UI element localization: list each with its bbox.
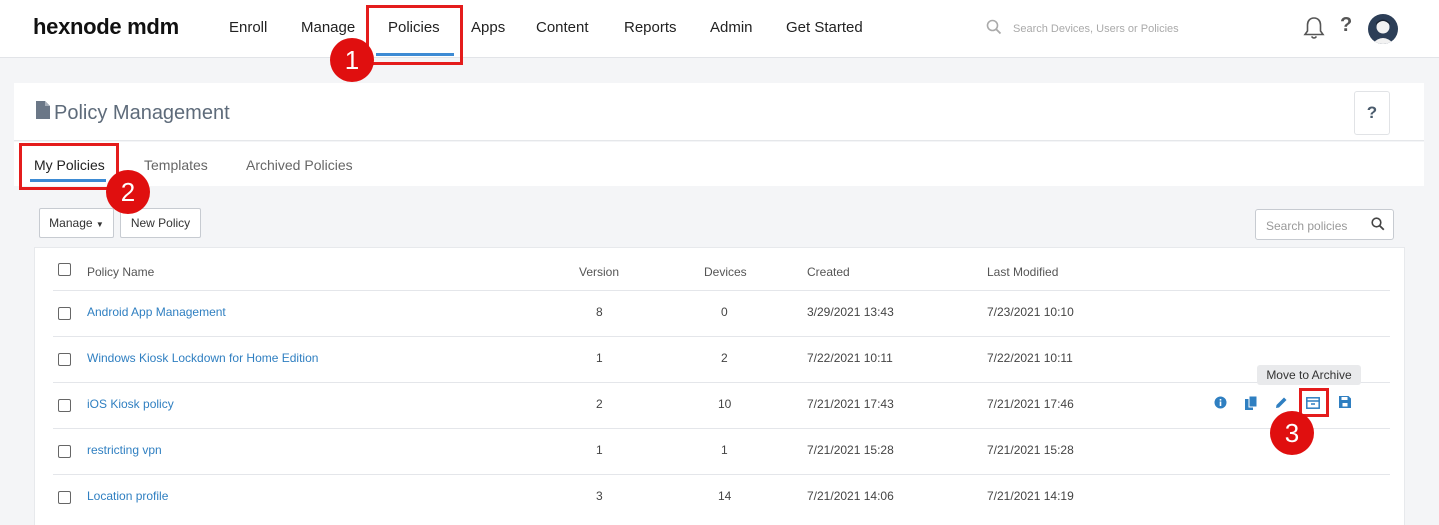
row-divider <box>53 474 1390 475</box>
policy-name-link[interactable]: restricting vpn <box>87 443 162 457</box>
global-search-placeholder: Search Devices, Users or Policies <box>1013 23 1179 35</box>
policy-devices: 10 <box>718 397 732 411</box>
policy-modified: 7/23/2021 10:10 <box>987 305 1074 319</box>
page-title: Policy Management <box>54 102 230 124</box>
nav-apps[interactable]: Apps <box>471 19 505 36</box>
manage-label: Manage <box>49 216 93 230</box>
move-to-archive-tooltip: Move to Archive <box>1257 365 1361 385</box>
row-divider <box>53 382 1390 383</box>
highlight-policies-tab <box>366 5 463 65</box>
policy-version: 2 <box>596 397 603 411</box>
manage-dropdown-button[interactable]: Manage ▼ <box>39 208 114 238</box>
policy-tabs: My Policies Templates Archived Policies <box>14 142 1424 186</box>
policy-created: 3/29/2021 13:43 <box>807 305 894 319</box>
policy-created: 7/21/2021 15:28 <box>807 443 894 457</box>
row-divider <box>53 428 1390 429</box>
policy-devices: 0 <box>721 305 728 319</box>
row-checkbox[interactable] <box>58 353 71 366</box>
policy-modified: 7/21/2021 14:19 <box>987 489 1074 503</box>
tab-templates[interactable]: Templates <box>144 157 208 173</box>
nav-manage[interactable]: Manage <box>301 19 355 36</box>
nav-admin[interactable]: Admin <box>710 19 753 36</box>
policy-modified: 7/21/2021 15:28 <box>987 443 1074 457</box>
edit-icon[interactable] <box>1275 396 1288 409</box>
tab-archived-policies[interactable]: Archived Policies <box>246 157 353 173</box>
caret-down-icon: ▼ <box>95 220 104 229</box>
nav-get-started[interactable]: Get Started <box>786 19 863 36</box>
header-created[interactable]: Created <box>807 265 850 279</box>
step-marker-3: 3 <box>1270 411 1314 455</box>
policy-name-link[interactable]: Location profile <box>87 489 168 503</box>
bell-icon[interactable] <box>1303 16 1325 40</box>
policy-created: 7/21/2021 17:43 <box>807 397 894 411</box>
step-marker-1: 1 <box>330 38 374 82</box>
policy-version: 1 <box>596 351 603 365</box>
search-icon[interactable] <box>1371 217 1385 231</box>
header-last-modified[interactable]: Last Modified <box>987 265 1058 279</box>
policy-name-link[interactable]: iOS Kiosk policy <box>87 397 174 411</box>
help-icon[interactable]: ? <box>1340 14 1352 37</box>
save-icon[interactable] <box>1339 396 1351 408</box>
policy-devices: 2 <box>721 351 728 365</box>
row-divider <box>53 336 1390 337</box>
document-icon <box>36 101 50 119</box>
policy-devices: 14 <box>718 489 732 503</box>
global-search-input[interactable]: Search Devices, Users or Policies <box>986 17 1256 41</box>
highlight-my-policies-tab <box>19 143 119 190</box>
row-checkbox[interactable] <box>58 307 71 320</box>
top-navbar: hexnode mdm Enroll Manage Policies Apps … <box>0 0 1439 58</box>
policy-modified: 7/21/2021 17:46 <box>987 397 1074 411</box>
policy-created: 7/22/2021 10:11 <box>807 351 893 365</box>
hexnode-logo[interactable]: hexnode mdm <box>33 14 179 40</box>
policy-version: 1 <box>596 443 603 457</box>
nav-content[interactable]: Content <box>536 19 589 36</box>
search-icon <box>986 19 1002 35</box>
policy-table: Policy Name Version Devices Created Last… <box>34 247 1405 525</box>
row-divider <box>53 290 1390 291</box>
row-checkbox[interactable] <box>58 491 71 504</box>
nav-reports[interactable]: Reports <box>624 19 677 36</box>
header-policy-name[interactable]: Policy Name <box>87 265 154 279</box>
policy-name-link[interactable]: Windows Kiosk Lockdown for Home Edition <box>87 351 318 365</box>
policy-devices: 1 <box>721 443 728 457</box>
info-icon[interactable] <box>1214 396 1227 409</box>
policy-search-input[interactable]: Search policies <box>1255 209 1394 240</box>
policy-name-link[interactable]: Android App Management <box>87 305 226 319</box>
step-marker-2: 2 <box>106 170 150 214</box>
row-checkbox[interactable] <box>58 445 71 458</box>
copy-icon[interactable] <box>1245 396 1257 410</box>
highlight-archive-icon <box>1299 388 1329 417</box>
page-help-button[interactable]: ? <box>1354 91 1390 135</box>
panel-header: Policy Management ? <box>14 83 1424 141</box>
header-version[interactable]: Version <box>579 265 619 279</box>
policy-search-placeholder: Search policies <box>1266 219 1348 233</box>
user-avatar[interactable] <box>1368 14 1398 44</box>
policy-version: 8 <box>596 305 603 319</box>
avatar-icon <box>1372 19 1394 44</box>
policy-created: 7/21/2021 14:06 <box>807 489 894 503</box>
header-devices[interactable]: Devices <box>704 265 747 279</box>
policy-version: 3 <box>596 489 603 503</box>
nav-enroll[interactable]: Enroll <box>229 19 267 36</box>
row-checkbox[interactable] <box>58 399 71 412</box>
policy-modified: 7/22/2021 10:11 <box>987 351 1073 365</box>
select-all-checkbox[interactable] <box>58 263 71 276</box>
